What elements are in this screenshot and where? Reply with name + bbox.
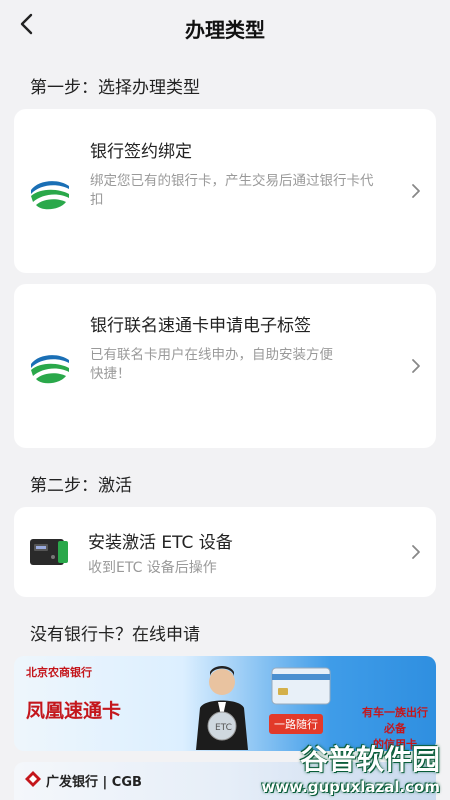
apply-title: 没有银行卡？在线申请 — [30, 625, 200, 645]
cgb-logo-icon — [25, 771, 41, 787]
chevron-right-icon — [412, 545, 420, 559]
card-activate-etc[interactable]: 安装激活 ETC 设备 收到ETC 设备后操作 — [14, 507, 436, 597]
bank-name: 广发银行 | CGB — [46, 775, 142, 790]
person-illustration: ETC — [196, 666, 248, 750]
card-cobrand-tag[interactable]: 银行联名速通卡申请电子标签 已有联名卡用户在线申办，自助安装方便快捷！ — [14, 284, 436, 448]
card-title: 银行联名速通卡申请电子标签 — [90, 316, 311, 336]
card-description: 收到ETC 设备后操作 — [88, 560, 217, 576]
bank-name: 北京农商银行 — [26, 666, 92, 679]
bank-logo-icon — [28, 344, 72, 388]
banner-bank-card-1[interactable]: 北京农商银行 凤凰速通卡 ETC 一路随行 有车一族出行必备 的信用卡 — [14, 656, 436, 751]
banner-tag: 一路随行 — [269, 714, 323, 734]
step1-title: 第一步：选择办理类型 — [30, 78, 200, 98]
card-bank-bind[interactable]: 银行签约绑定 绑定您已有的银行卡，产生交易后通过银行卡代扣 — [14, 109, 436, 273]
bank-logo-icon — [28, 170, 72, 214]
banner-slogan-line1: 有车一族出行必备 — [362, 706, 428, 735]
card-title: 银行签约绑定 — [90, 142, 192, 162]
step2-title: 第二步：激活 — [30, 476, 132, 496]
product-name: 凤凰速通卡 — [26, 700, 122, 722]
chevron-right-icon — [412, 359, 420, 373]
card-title: 安装激活 ETC 设备 — [88, 533, 233, 553]
watermark-url: www.gupuxlazal.com — [261, 778, 440, 796]
etc-device-icon — [30, 539, 68, 565]
card-description: 绑定您已有的银行卡，产生交易后通过银行卡代扣 — [90, 173, 374, 208]
header-bar: 办理类型 — [0, 0, 450, 56]
svg-text:ETC: ETC — [215, 723, 232, 733]
card-description: 已有联名卡用户在线申办，自助安装方便快捷！ — [90, 347, 333, 382]
watermark-title: 谷普软件园 — [299, 743, 440, 776]
watermark: 谷普软件园 www.gupuxlazal.com — [261, 738, 440, 796]
page-title: 办理类型 — [185, 18, 265, 42]
credit-card-image — [271, 667, 331, 705]
chevron-right-icon — [412, 184, 420, 198]
